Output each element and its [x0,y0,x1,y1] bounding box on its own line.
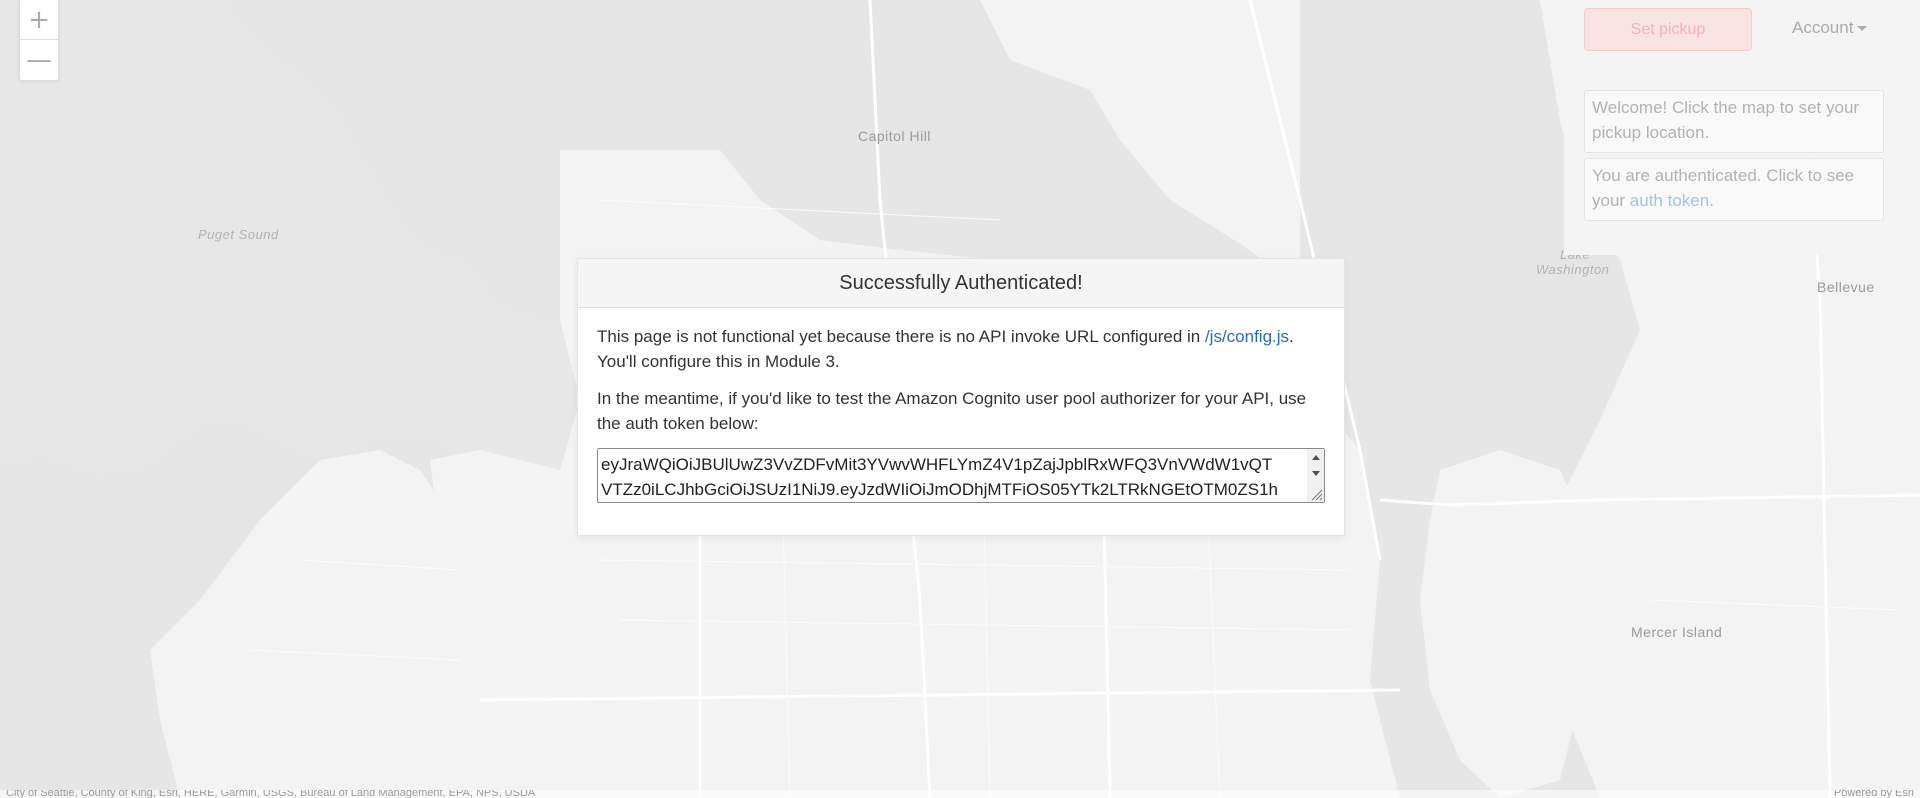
auth-token-text[interactable]: eyJraWQiOiJBUlUwZ3VvZDFvMit3YVwvWHFLYmZ4… [601,452,1301,502]
scroll-up-icon[interactable] [1307,449,1324,465]
powered-by-text[interactable]: Powered by Esri [1834,790,1914,798]
resize-grip-icon[interactable] [1309,487,1323,501]
account-label: Account [1792,18,1854,37]
auth-token-line-1: eyJraWQiOiJBUlUwZ3VvZDFvMit3YVwvWHFLYmZ4… [601,455,1273,474]
modal-paragraph-config-prefix: This page is not functional yet because … [597,327,1205,346]
auth-message-suffix: . [1709,191,1714,210]
welcome-message: Welcome! Click the map to set your picku… [1584,90,1884,153]
auth-token-line-2: VTZz0iLCJhbGciOiJSUzI1NiJ9.eyJzdWIiOiJmO… [601,480,1278,499]
side-panel: Set pickup Account Welcome! Click the ma… [1564,0,1906,255]
zoom-control: + — [19,0,59,81]
modal-title: Successfully Authenticated! [578,259,1344,308]
modal-paragraph-config: This page is not functional yet because … [597,324,1325,374]
modal-body: This page is not functional yet because … [578,308,1344,503]
zoom-in-button[interactable]: + [20,0,58,39]
zoom-out-button[interactable]: — [20,39,58,79]
auth-message: You are authenticated. Click to see your… [1584,158,1884,221]
account-dropdown[interactable]: Account [1792,14,1868,42]
map-label-puget-sound: Puget Sound [198,227,279,242]
map-label-capitol-hill: Capitol Hill [858,128,931,144]
auth-token-textarea[interactable]: eyJraWQiOiJBUlUwZ3VvZDFvMit3YVwvWHFLYmZ4… [597,448,1325,503]
set-pickup-button[interactable]: Set pickup [1584,8,1752,51]
map-label-washington: Washington [1536,262,1610,277]
map-label-bellevue: Bellevue [1817,279,1875,295]
auth-token-link[interactable]: auth token [1630,191,1709,210]
map-attribution: City of Seattle, County of King, Esri, H… [0,790,1920,798]
config-js-link[interactable]: /js/config.js [1205,327,1289,346]
auth-modal: Successfully Authenticated! This page is… [577,258,1345,536]
map-label-mercer-island: Mercer Island [1631,624,1723,640]
modal-paragraph-token: In the meantime, if you'd like to test t… [597,389,1307,433]
caret-down-icon [1857,25,1868,31]
scroll-down-icon[interactable] [1307,465,1324,481]
attribution-text: City of Seattle, County of King, Esri, H… [6,790,536,798]
